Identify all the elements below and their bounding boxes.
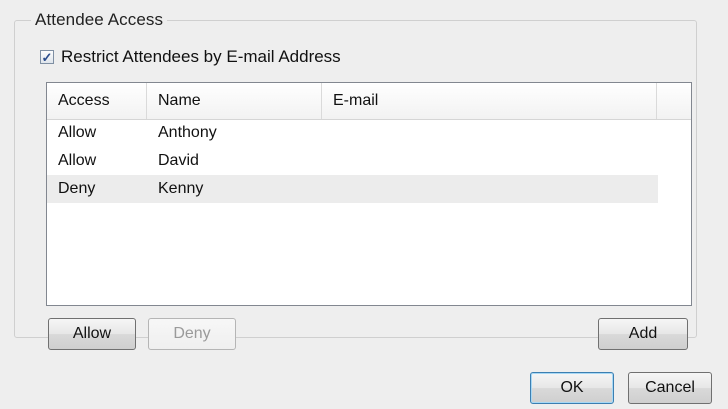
column-header-filler — [657, 83, 691, 119]
row-access: Deny — [58, 180, 96, 197]
deny-button[interactable]: Deny — [148, 318, 236, 350]
list-header: Access Name E-mail — [47, 83, 691, 120]
list-row-david[interactable]: Allow David — [47, 147, 658, 175]
column-header-email[interactable]: E-mail — [322, 83, 657, 119]
ok-button[interactable]: OK — [530, 372, 614, 404]
list-body: Allow Anthony Allow David Deny Kenny — [47, 119, 691, 305]
row-name: Anthony — [158, 124, 217, 141]
restrict-attendees-label[interactable]: Restrict Attendees by E-mail Address — [61, 47, 341, 67]
checkmark-icon: ✓ — [41, 49, 53, 65]
row-access: Allow — [58, 152, 97, 169]
column-header-access[interactable]: Access — [47, 83, 147, 119]
group-title: Attendee Access — [35, 10, 164, 29]
row-name: Kenny — [158, 180, 204, 197]
list-row-kenny[interactable]: Deny Kenny — [47, 175, 658, 203]
restrict-attendees-checkbox[interactable]: ✓ — [40, 50, 54, 64]
cancel-button[interactable]: Cancel — [628, 372, 712, 404]
attendee-list[interactable]: Access Name E-mail Allow Anthony Allow D… — [46, 82, 692, 306]
list-row-anthony[interactable]: Allow Anthony — [47, 119, 658, 147]
attendee-access-dialog: Attendee Access ✓ Restrict Attendees by … — [0, 0, 728, 409]
add-button[interactable]: Add — [598, 318, 688, 350]
row-name: David — [158, 152, 199, 169]
column-header-name[interactable]: Name — [147, 83, 322, 119]
allow-button[interactable]: Allow — [48, 318, 136, 350]
restrict-attendees-option[interactable]: ✓ Restrict Attendees by E-mail Address — [40, 46, 341, 68]
row-access: Allow — [58, 124, 97, 141]
